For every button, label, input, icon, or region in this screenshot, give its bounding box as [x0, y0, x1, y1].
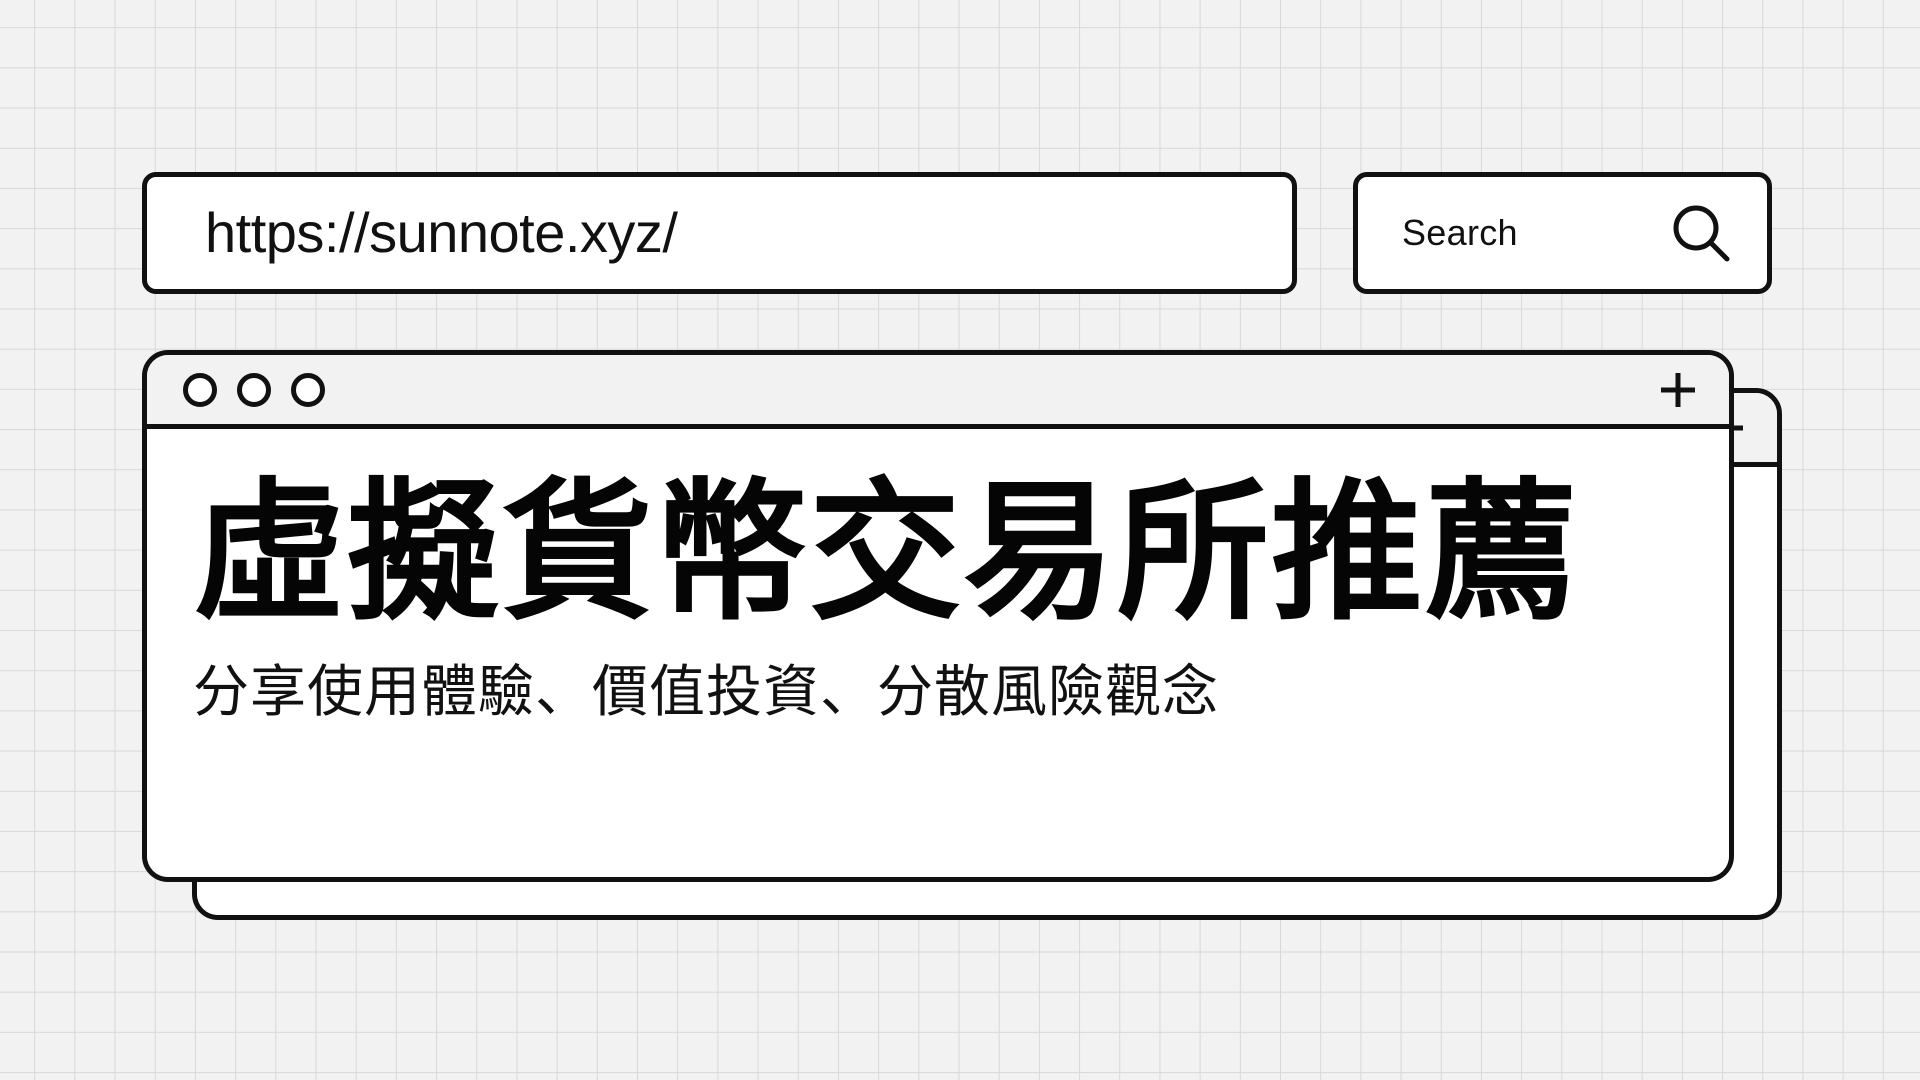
window-content: 虛擬貨幣交易所推薦 分享使用體驗、價值投資、分散風險觀念 [147, 429, 1729, 877]
window-titlebar [147, 355, 1729, 429]
page-subtitle: 分享使用體驗、價值投資、分散風險觀念 [193, 660, 1219, 726]
search-bar[interactable]: Search [1353, 172, 1772, 294]
browser-toolbar: https://sunnote.xyz/ Search [142, 172, 1772, 294]
maximize-dot-icon[interactable] [291, 372, 325, 407]
address-bar[interactable]: https://sunnote.xyz/ [142, 172, 1297, 294]
close-dot-icon[interactable] [183, 372, 217, 407]
plus-icon[interactable] [1655, 367, 1701, 413]
browser-window[interactable]: 虛擬貨幣交易所推薦 分享使用體驗、價值投資、分散風險觀念 [142, 350, 1734, 882]
window-stack: 虛擬貨幣交易所推薦 分享使用體驗、價值投資、分散風險觀念 [142, 350, 1782, 920]
address-bar-url[interactable]: https://sunnote.xyz/ [205, 205, 678, 261]
page-title: 虛擬貨幣交易所推薦 [193, 464, 1579, 641]
minimize-dot-icon[interactable] [237, 372, 271, 407]
search-input[interactable]: Search [1402, 215, 1518, 251]
search-icon[interactable] [1669, 201, 1733, 265]
traffic-lights [183, 372, 325, 407]
